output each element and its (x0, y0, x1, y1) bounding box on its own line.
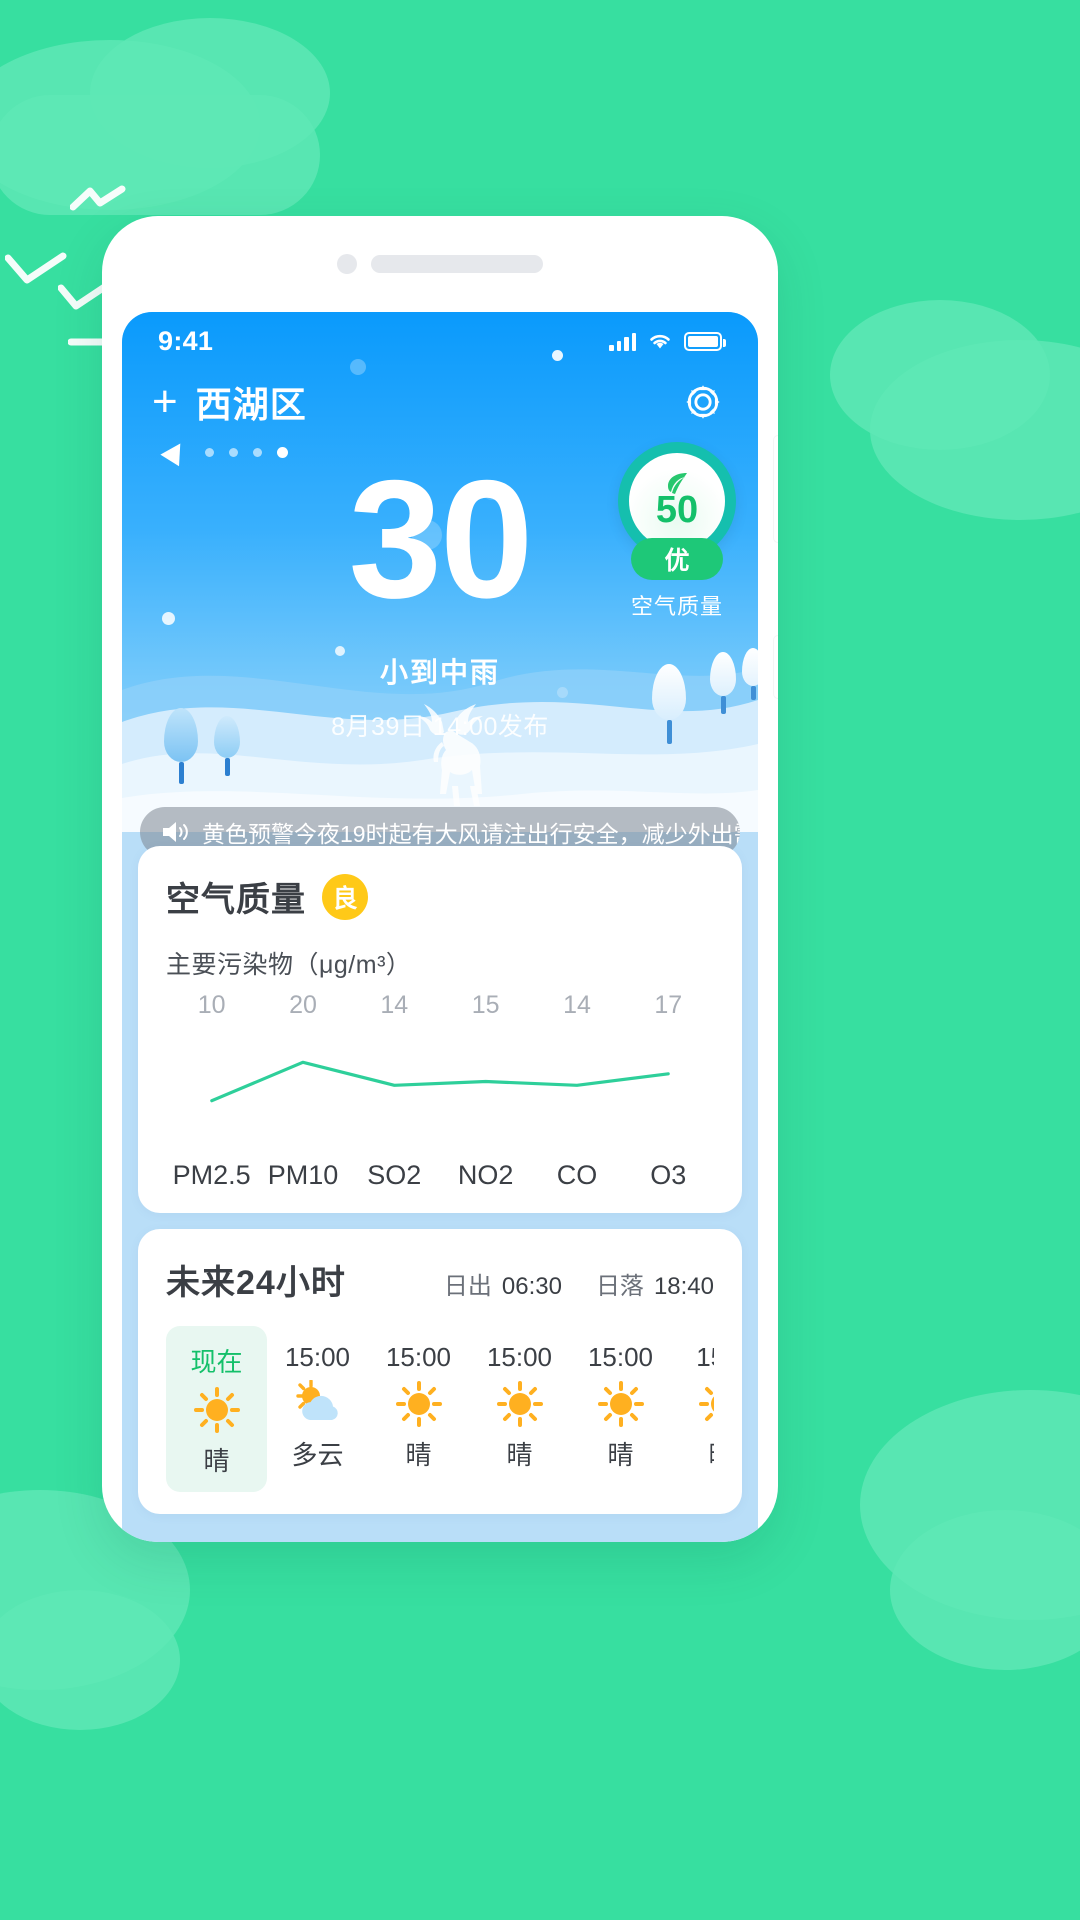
hourly-time: 15:00 (284, 1342, 351, 1372)
hourly-item[interactable]: 15:00 晴 (469, 1326, 570, 1492)
sun-icon (469, 1373, 570, 1435)
sunset: 日落 18:40 (596, 1266, 714, 1301)
sun-icon (368, 1373, 469, 1435)
app-header: + 西湖区 (122, 370, 758, 428)
air-quality-header: 空气质量 良 (166, 872, 714, 921)
sun-icon (166, 1379, 267, 1441)
sunset-time: 18:40 (653, 1273, 714, 1300)
pollutant-value: 14 (563, 991, 591, 1019)
sun-cloud-icon (267, 1373, 368, 1435)
status-bar: 9:41 (122, 312, 758, 370)
pager-dot-active[interactable] (277, 446, 288, 458)
add-city-button[interactable]: + (152, 380, 178, 424)
pager-dot[interactable] (253, 447, 262, 457)
hourly-time: 15:00 (385, 1342, 452, 1372)
pollutant-value: 15 (471, 991, 500, 1019)
pollutant-line (166, 1043, 714, 1143)
hourly-item[interactable]: 15:0 晴 (671, 1326, 714, 1492)
power-button[interactable] (774, 636, 778, 698)
aqi-level-pill: 优 (631, 538, 723, 580)
pager-dot[interactable] (205, 447, 214, 457)
sun-times: 日出 06:30 日落 18:40 (444, 1266, 714, 1301)
signal-bars-icon (609, 332, 636, 351)
air-quality-card[interactable]: 空气质量 良 主要污染物（μg/m³） 10 20 14 15 14 17 PM… (138, 846, 742, 1213)
hourly-desc: 晴 (405, 1440, 432, 1470)
hourly-time: 15:0 (696, 1342, 714, 1372)
aqi-badge[interactable]: 50 优 空气质量 (618, 442, 736, 621)
sunrise-label: 日出 (443, 1273, 492, 1300)
hourly-list[interactable]: 现在晴 15:00 多云 15:00 晴 15:00 晴 15:00 晴 15:0 晴 (166, 1326, 714, 1492)
pollutant-category: PM10 (267, 1160, 339, 1190)
status-icons (609, 331, 726, 351)
pollutant-value: 10 (197, 991, 226, 1019)
sun-icon (570, 1373, 671, 1435)
phone-frame: 9:41 + 西湖区 30 小到中雨 8月39日 14:00发布 50 优 空气… (102, 216, 778, 1542)
hourly-header: 未来24小时 日出 06:30 日落 18:40 (166, 1255, 714, 1304)
hourly-time: 15:00 (587, 1342, 654, 1372)
aqi-value: 50 (655, 489, 699, 532)
hourly-item[interactable]: 15:00 多云 (267, 1326, 368, 1492)
hourly-desc: 多云 (291, 1440, 344, 1470)
wifi-icon (650, 334, 670, 349)
hourly-desc: 晴 (203, 1446, 230, 1476)
hourly-item-current[interactable]: 现在晴 (166, 1326, 267, 1492)
pollutant-category: SO2 (367, 1160, 422, 1190)
hourly-forecast-card[interactable]: 未来24小时 日出 06:30 日落 18:40 现在晴 15:00 多云 15:00 晴 1… (138, 1229, 742, 1514)
volume-button[interactable] (774, 436, 778, 542)
pollutant-value: 20 (289, 991, 317, 1019)
pollutant-categories: PM2.5 PM10 SO2 NO2 CO O3 (166, 1160, 714, 1191)
aqi-label: 空气质量 (630, 594, 723, 619)
hourly-title: 未来24小时 (166, 1264, 346, 1302)
app-screen: 9:41 + 西湖区 30 小到中雨 8月39日 14:00发布 50 优 空气… (122, 312, 758, 1542)
pollutant-category: O3 (650, 1160, 687, 1190)
earpiece-bar (371, 255, 543, 273)
air-quality-title: 空气质量 (166, 881, 306, 919)
card-stack: 空气质量 良 主要污染物（μg/m³） 10 20 14 15 14 17 PM… (122, 832, 758, 1514)
phone-speaker-notch (102, 216, 778, 312)
hourly-time: 现在 (190, 1347, 243, 1377)
battery-icon (684, 331, 726, 351)
weather-hero: 9:41 + 西湖区 30 小到中雨 8月39日 14:00发布 50 优 空气… (122, 312, 758, 857)
pager-dot[interactable] (229, 447, 238, 457)
pollutant-values: 10 20 14 15 14 17 (166, 991, 714, 1020)
cloud-shape (0, 95, 320, 215)
hourly-desc: 晴 (607, 1440, 634, 1470)
cloud-shape (830, 300, 1050, 450)
bird-icon (70, 185, 126, 211)
pollutant-chart: 10 20 14 15 14 17 PM2.5 PM10 SO2 NO2 CO … (166, 991, 714, 1191)
hourly-item[interactable]: 15:00 晴 (570, 1326, 671, 1492)
air-quality-level-badge: 良 (322, 873, 368, 920)
pollutant-subtitle: 主要污染物（μg/m³） (166, 951, 412, 979)
pollutant-value: 17 (654, 991, 683, 1019)
issued-time: 8月39日 14:00发布 (331, 712, 549, 741)
gear-icon[interactable] (682, 381, 724, 423)
pollutant-category: NO2 (457, 1160, 514, 1190)
aqi-inner: 50 (629, 453, 725, 549)
weather-condition: 小到中雨 (379, 656, 500, 688)
hourly-item[interactable]: 15:00 晴 (368, 1326, 469, 1492)
pollutant-value: 14 (380, 991, 409, 1019)
hourly-desc: 晴 (506, 1440, 533, 1470)
page-title: 西湖区 (195, 384, 307, 425)
sunrise: 日出 06:30 (444, 1266, 562, 1301)
sunset-label: 日落 (595, 1273, 644, 1300)
sun-icon (671, 1373, 714, 1435)
hourly-desc: 晴 (671, 1435, 714, 1472)
pollutant-category: CO (556, 1160, 598, 1190)
hourly-time: 15:00 (486, 1342, 553, 1372)
pollutant-category: PM2.5 (172, 1160, 251, 1190)
status-time: 9:41 (158, 325, 214, 356)
sunrise-time: 06:30 (501, 1273, 562, 1300)
camera-dot-icon (337, 254, 357, 274)
temperature-value: 30 (348, 445, 534, 633)
